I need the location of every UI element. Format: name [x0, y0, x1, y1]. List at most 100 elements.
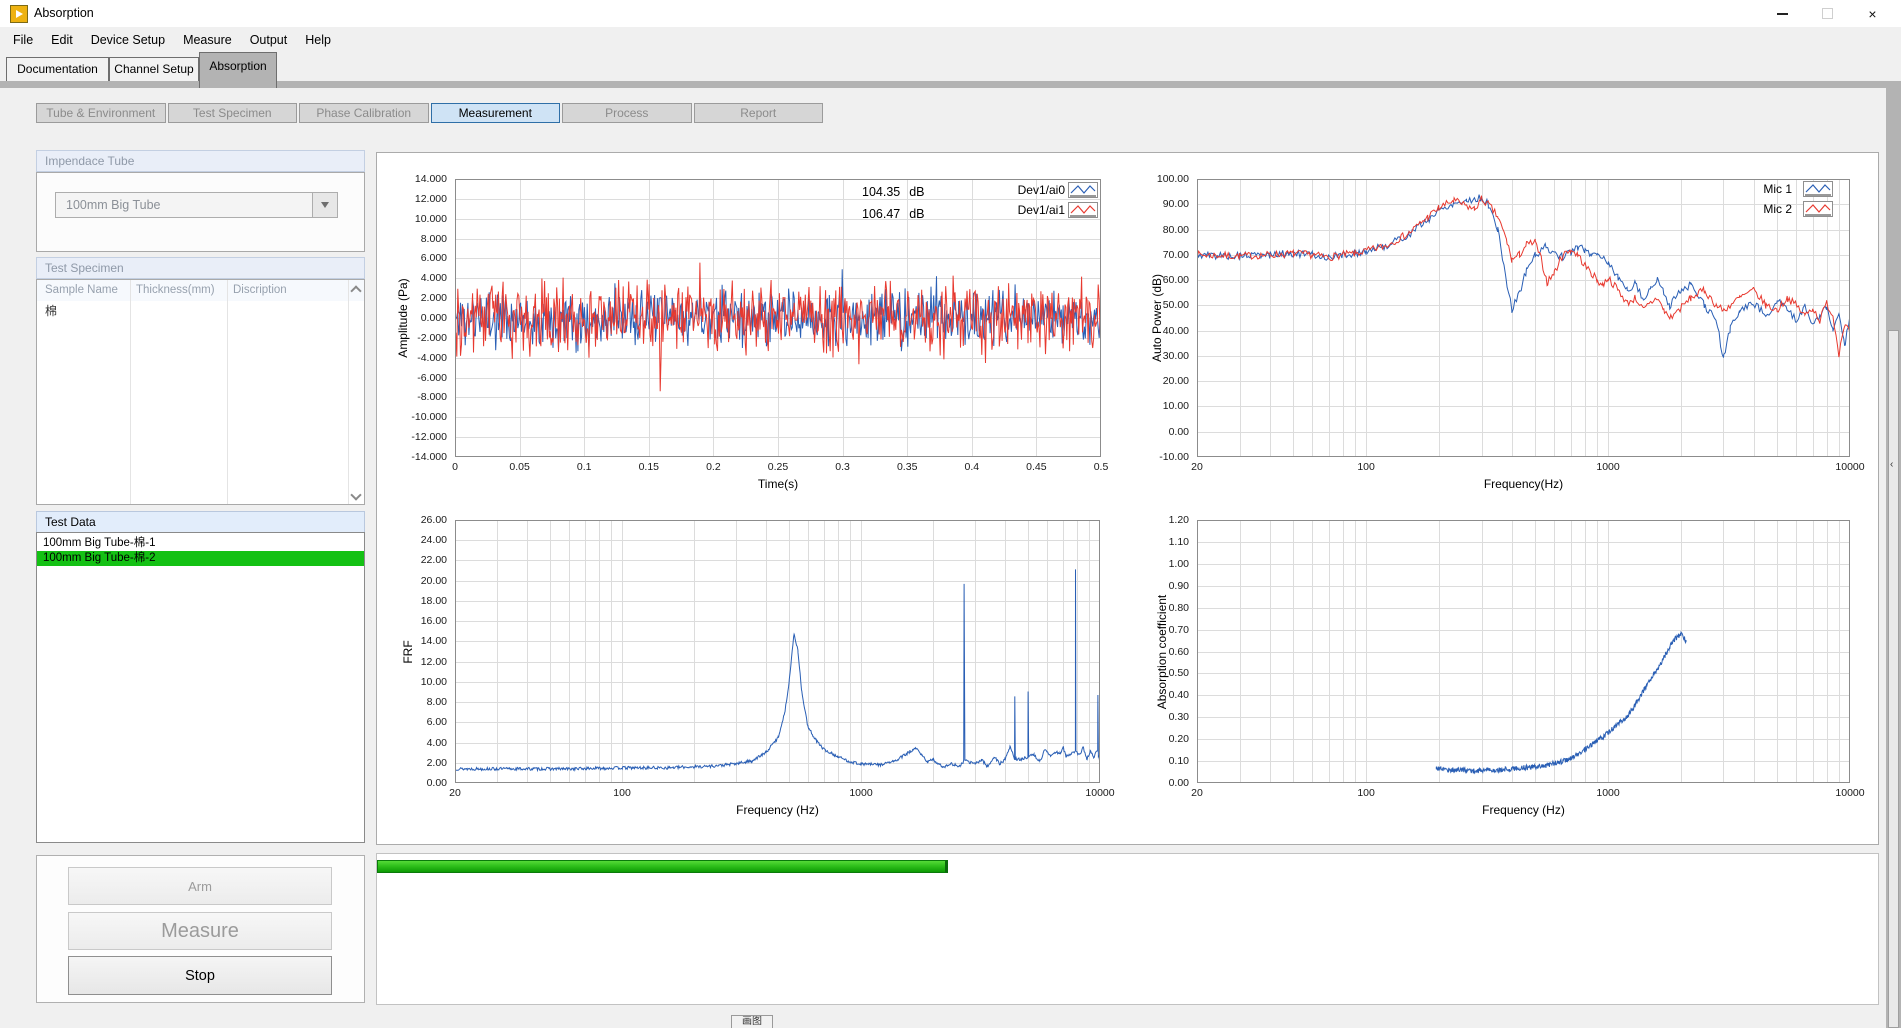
axis-tick-label: 26.00 — [383, 514, 447, 526]
axis-tick-label: 20 — [425, 787, 485, 799]
axis-tick-label: 22.00 — [383, 554, 447, 566]
menu-item-edit[interactable]: Edit — [42, 30, 82, 50]
menu-item-help[interactable]: Help — [296, 30, 340, 50]
scroll-up-button[interactable] — [348, 280, 364, 301]
minimize-icon — [1777, 13, 1788, 15]
legend-label: Dev1/ai1 — [985, 203, 1065, 217]
legend-label: Dev1/ai0 — [985, 183, 1065, 197]
axis-tick-label: 4.000 — [383, 272, 447, 284]
subtab-test-specimen[interactable]: Test Specimen — [168, 103, 298, 123]
axis-tick-label: 6.00 — [383, 716, 447, 728]
axis-tick-label: -10.000 — [383, 411, 447, 423]
subtab-process[interactable]: Process — [562, 103, 692, 123]
maximize-button[interactable] — [1805, 0, 1850, 27]
axis-tick-label: 0 — [425, 461, 485, 473]
axis-tick-label: 100.00 — [1125, 173, 1189, 185]
x-axis-label: Frequency (Hz) — [1444, 803, 1604, 817]
subtab-tube-environment[interactable]: Tube & Environment — [36, 103, 166, 123]
bottom-tab[interactable]: 画图 — [731, 1015, 773, 1028]
chart-canvas-auto-power — [1197, 179, 1850, 457]
table-row[interactable]: 棉 — [37, 301, 347, 321]
chart-canvas-time-waveform — [455, 179, 1101, 457]
legend-line-icon — [1803, 201, 1833, 217]
axis-tick-label: 0.4 — [942, 461, 1002, 473]
axis-tick-label: -6.000 — [383, 372, 447, 384]
legend-line-icon — [1803, 181, 1833, 197]
axis-tick-label: 12.00 — [383, 656, 447, 668]
test-data-list[interactable]: 100mm Big Tube-棉-1100mm Big Tube-棉-2 — [36, 532, 365, 843]
test-data-item-2[interactable]: 100mm Big Tube-棉-2 — [37, 551, 364, 566]
close-button[interactable]: × — [1850, 0, 1895, 27]
axis-tick-label: 10000 — [1820, 461, 1880, 473]
subtab-report[interactable]: Report — [694, 103, 824, 123]
chevron-down-icon — [350, 489, 361, 500]
menu-item-output[interactable]: Output — [241, 30, 297, 50]
legend-line-icon — [1068, 202, 1098, 218]
arm-button[interactable]: Arm — [68, 867, 332, 905]
tab-channel-setup[interactable]: Channel Setup — [109, 57, 199, 81]
axis-tick-label: 20 — [1167, 787, 1227, 799]
axis-tick-label: 20.00 — [1125, 375, 1189, 387]
axis-tick-label: 1.10 — [1125, 536, 1189, 548]
menu-item-measure[interactable]: Measure — [174, 30, 241, 50]
axis-tick-label: 6.000 — [383, 252, 447, 264]
axis-tick-label: 0.05 — [490, 461, 550, 473]
axis-tick-label: 1000 — [1578, 461, 1638, 473]
x-axis-label: Frequency(Hz) — [1444, 477, 1604, 491]
legend-label: Mic 2 — [1737, 202, 1792, 216]
y-axis-label: FRF — [401, 640, 415, 663]
impedance-tube-dropdown[interactable]: 100mm Big Tube — [55, 192, 338, 218]
stop-button[interactable]: Stop — [68, 956, 332, 995]
menu-item-device-setup[interactable]: Device Setup — [82, 30, 174, 50]
axis-tick-label: 20.00 — [383, 575, 447, 587]
axis-tick-label: -4.000 — [383, 352, 447, 364]
legend-label: Mic 1 — [1737, 182, 1792, 196]
axis-tick-label: 0.90 — [1125, 580, 1189, 592]
dropdown-arrow-button[interactable] — [312, 193, 337, 217]
axis-tick-label: 1000 — [1578, 787, 1638, 799]
axis-tick-label: 100 — [1336, 461, 1396, 473]
menu-item-file[interactable]: File — [4, 30, 42, 50]
window-title: Absorption — [34, 6, 94, 20]
vertical-scrollbar[interactable] — [1886, 88, 1901, 1028]
chart-canvas-frf — [455, 520, 1100, 783]
axis-tick-label: 1.20 — [1125, 514, 1189, 526]
x-axis-label: Frequency (Hz) — [698, 803, 858, 817]
scrollbar-thumb[interactable] — [1888, 330, 1899, 1028]
axis-tick-label: 0.3 — [813, 461, 873, 473]
close-icon: × — [1868, 7, 1876, 21]
axis-tick-label: -8.000 — [383, 391, 447, 403]
tab-documentation[interactable]: Documentation — [6, 57, 109, 81]
lower-panel — [376, 853, 1879, 1005]
test-data-item-1[interactable]: 100mm Big Tube-棉-1 — [37, 536, 364, 551]
axis-tick-label: 0.5 — [1071, 461, 1131, 473]
axis-tick-label: 1000 — [831, 787, 891, 799]
axis-tick-label: 0.25 — [748, 461, 808, 473]
axis-tick-label: -12.000 — [383, 431, 447, 443]
axis-tick-label: 0.45 — [1006, 461, 1066, 473]
axis-tick-label: 14.00 — [383, 635, 447, 647]
menubar: FileEditDevice SetupMeasureOutputHelp — [0, 27, 1901, 52]
minimize-button[interactable] — [1760, 0, 1805, 27]
axis-tick-label: 20 — [1167, 461, 1227, 473]
axis-tick-label: 0.10 — [1125, 755, 1189, 767]
axis-tick-label: 4.00 — [383, 737, 447, 749]
scroll-left-icon: ‹ — [1890, 459, 1893, 470]
axis-tick-label: 2.000 — [383, 292, 447, 304]
y-axis-label: Amplitude (Pa) — [396, 278, 410, 357]
measure-button[interactable]: Measure — [68, 912, 332, 950]
axis-tick-label: 0.15 — [619, 461, 679, 473]
app-icon — [10, 5, 28, 23]
test-specimen-table[interactable]: Sample NameThickness(mm)Discription 棉 — [36, 279, 365, 505]
level-readout-1: 104.35dB — [862, 185, 925, 199]
subtab-measurement[interactable]: Measurement — [431, 103, 561, 123]
axis-tick-label: 100 — [1336, 787, 1396, 799]
scroll-down-button[interactable] — [348, 487, 364, 503]
titlebar: Absorption × — [0, 0, 1901, 28]
legend-line-icon — [1068, 182, 1098, 198]
axis-tick-label: 70.00 — [1125, 249, 1189, 261]
axis-tick-label: 1.00 — [1125, 558, 1189, 570]
column-header-1: Sample Name — [37, 280, 130, 301]
tab-absorption[interactable]: Absorption — [199, 52, 277, 88]
subtab-phase-calibration[interactable]: Phase Calibration — [299, 103, 429, 123]
